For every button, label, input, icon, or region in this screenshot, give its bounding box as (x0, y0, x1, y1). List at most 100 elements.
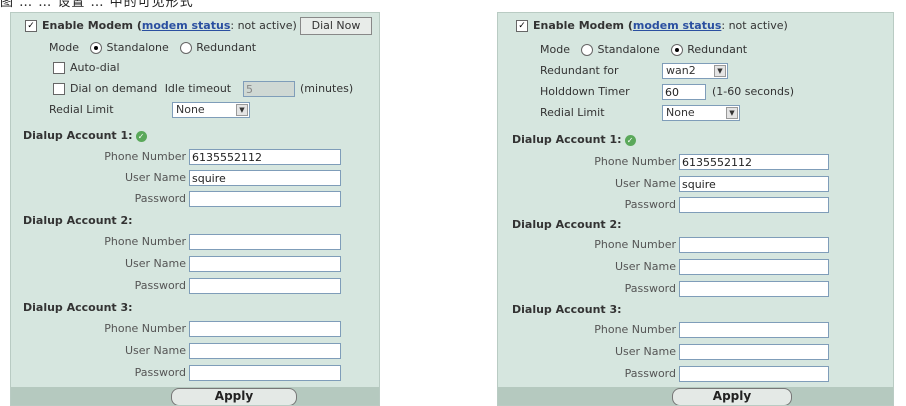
account-3-user-input[interactable] (679, 344, 829, 360)
dialup-account-1-title: Dialup Account 1: ✓ (23, 126, 147, 146)
dial-on-demand-row: Dial on demand Idle timeout (53, 79, 231, 99)
figure-caption-text: 图 … … 设置 … 中的可见形式 (0, 0, 194, 10)
redial-limit-label: Redial Limit (49, 103, 114, 116)
mode-redundant-label: Redundant (196, 41, 257, 54)
modem-settings-redundant-panel: ✓ Enable Modem (modem status: not active)… (497, 12, 894, 406)
mode-row: Mode Standalone Redundant (49, 38, 256, 58)
holddown-timer-input[interactable]: 60 (662, 84, 706, 100)
mode-redundant-radio[interactable] (180, 42, 193, 54)
account-2-password-label: Password (134, 279, 186, 292)
dialup-account-2-title: Dialup Account 2: (512, 218, 622, 231)
mode-label: Mode (49, 41, 79, 54)
holddown-timer-unit: (1-60 seconds) (712, 85, 795, 98)
idle-timeout-unit: (minutes) (300, 82, 354, 95)
dial-on-demand-checkbox[interactable] (53, 83, 65, 95)
account-1-user-label: User Name (124, 171, 186, 184)
auto-dial-label: Auto-dial (70, 61, 120, 74)
mode-standalone-label: Standalone (106, 41, 169, 54)
modem-status-link[interactable]: modem status (142, 19, 231, 32)
account-3-password-input[interactable] (679, 366, 829, 382)
dialup-account-1-title-text: Dialup Account 1: (512, 133, 622, 146)
apply-button[interactable]: Apply (171, 388, 297, 405)
mode-standalone-radio[interactable] (581, 44, 594, 56)
account-3-phone-input[interactable] (189, 321, 341, 337)
account-3-password-label: Password (134, 366, 186, 379)
account-3-user-input[interactable] (189, 343, 341, 359)
modem-status-value: : not active) (721, 19, 788, 32)
account-2-phone-input[interactable] (189, 234, 341, 250)
modem-settings-standalone-panel: ✓ Enable Modem (modem status: not active)… (10, 12, 380, 406)
auto-dial-row: Auto-dial (53, 58, 120, 78)
enable-modem-checkbox[interactable]: ✓ (516, 20, 528, 32)
account-3-user-label: User Name (614, 345, 676, 358)
account-2-password-input[interactable] (679, 281, 829, 297)
account-2-phone-label: Phone Number (104, 235, 186, 248)
account-3-password-input[interactable] (189, 365, 341, 381)
account-2-phone-label: Phone Number (594, 238, 676, 251)
check-ok-icon: ✓ (624, 134, 636, 146)
mode-standalone-label: Standalone (597, 43, 660, 56)
redundant-for-select[interactable]: wan2 ▼ (662, 63, 728, 79)
redial-limit-label: Redial Limit (540, 106, 605, 119)
account-2-password-input[interactable] (189, 278, 341, 294)
account-1-password-input[interactable] (679, 197, 829, 213)
mode-redundant-label: Redundant (687, 43, 748, 56)
redundant-for-value: wan2 (666, 64, 696, 77)
account-3-password-label: Password (624, 367, 676, 380)
redial-limit-select[interactable]: None ▼ (172, 102, 250, 118)
account-3-phone-label: Phone Number (104, 322, 186, 335)
mode-standalone-radio[interactable] (90, 42, 103, 54)
enable-modem-row: ✓ Enable Modem (modem status: not active) (516, 16, 788, 36)
account-3-phone-label: Phone Number (594, 323, 676, 336)
redial-limit-value: None (666, 106, 695, 119)
account-2-phone-input[interactable] (679, 237, 829, 253)
account-3-user-label: User Name (124, 344, 186, 357)
modem-status-value: : not active) (230, 19, 297, 32)
account-2-user-input[interactable] (679, 259, 829, 275)
panel-footer: Apply (498, 387, 893, 405)
mode-redundant-radio[interactable] (671, 44, 684, 56)
account-1-password-label: Password (134, 192, 186, 205)
account-2-user-label: User Name (124, 257, 186, 270)
dropdown-arrow-icon: ▼ (236, 104, 248, 116)
enable-modem-label: Enable Modem ( (42, 19, 142, 32)
dialup-account-1-title-text: Dialup Account 1: (23, 129, 133, 142)
modem-status-link[interactable]: modem status (633, 19, 722, 32)
dialup-account-3-title: Dialup Account 3: (512, 303, 622, 316)
account-2-password-label: Password (624, 282, 676, 295)
account-3-phone-input[interactable] (679, 322, 829, 338)
account-1-phone-label: Phone Number (594, 155, 676, 168)
account-1-phone-input[interactable]: 6135552112 (679, 154, 829, 170)
panel-footer: Apply (11, 387, 379, 405)
account-1-user-input[interactable]: squire (679, 176, 829, 192)
account-2-user-label: User Name (614, 260, 676, 273)
dropdown-arrow-icon: ▼ (714, 65, 726, 77)
enable-modem-label: Enable Modem ( (533, 19, 633, 32)
account-1-user-label: User Name (614, 177, 676, 190)
mode-row: Mode Standalone Redundant (540, 40, 747, 60)
holddown-timer-label: Holddown Timer (540, 85, 630, 98)
check-ok-icon: ✓ (135, 130, 147, 142)
mode-label: Mode (540, 43, 570, 56)
dialup-account-1-title: Dialup Account 1: ✓ (512, 130, 636, 150)
account-1-password-input[interactable] (189, 191, 341, 207)
dialup-account-3-title: Dialup Account 3: (23, 301, 133, 314)
dial-on-demand-label: Dial on demand (70, 82, 158, 95)
dialup-account-2-title: Dialup Account 2: (23, 214, 133, 227)
apply-button[interactable]: Apply (672, 388, 792, 405)
idle-timeout-label: Idle timeout (164, 82, 232, 95)
account-1-user-input[interactable]: squire (189, 170, 341, 186)
account-1-phone-label: Phone Number (104, 150, 186, 163)
enable-modem-row: ✓ Enable Modem (modem status: not active) (25, 16, 297, 36)
account-2-user-input[interactable] (189, 256, 341, 272)
account-1-phone-input[interactable]: 6135552112 (189, 149, 341, 165)
idle-timeout-input[interactable]: 5 (243, 81, 295, 97)
redundant-for-label: Redundant for (540, 64, 619, 77)
enable-modem-checkbox[interactable]: ✓ (25, 20, 37, 32)
redial-limit-select[interactable]: None ▼ (662, 105, 740, 121)
account-1-password-label: Password (624, 198, 676, 211)
dropdown-arrow-icon: ▼ (726, 107, 738, 119)
auto-dial-checkbox[interactable] (53, 62, 65, 74)
redial-limit-value: None (176, 103, 205, 116)
dial-now-button[interactable]: Dial Now (300, 17, 372, 35)
